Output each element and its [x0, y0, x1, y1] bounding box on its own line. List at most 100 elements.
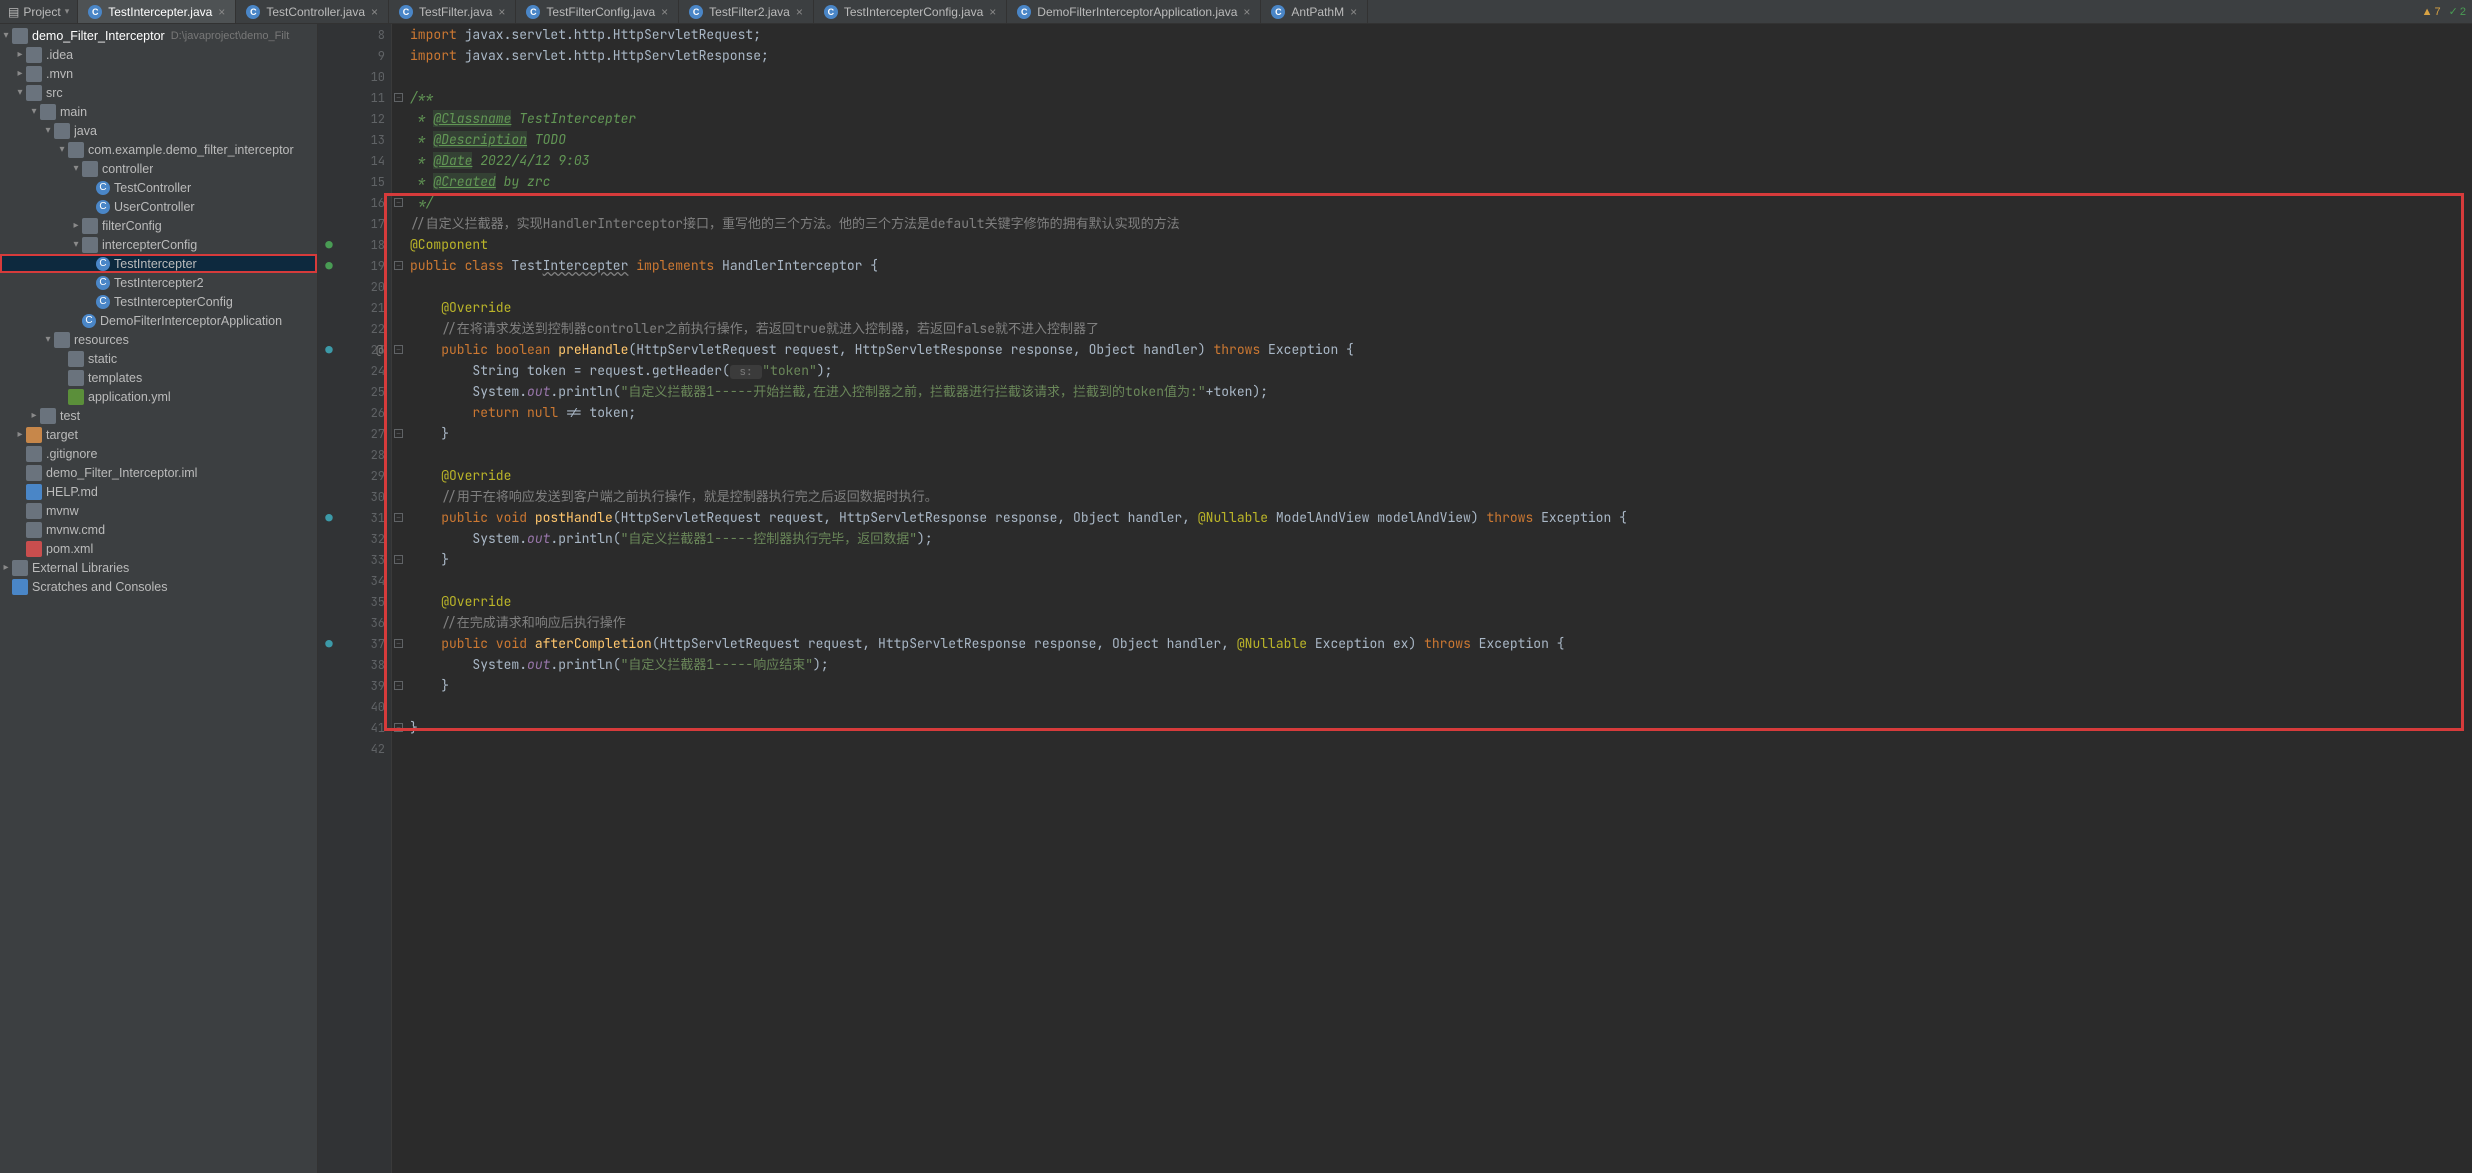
code-line[interactable]: public void postHandle(HttpServletReques… — [410, 507, 2472, 528]
code-line[interactable]: */ — [410, 192, 2472, 213]
fold-cell[interactable] — [392, 444, 405, 465]
line-number[interactable]: 20 — [318, 276, 391, 297]
code-line[interactable]: @Override — [410, 591, 2472, 612]
code-line[interactable]: /** — [410, 87, 2472, 108]
line-number[interactable]: 28 — [318, 444, 391, 465]
line-number[interactable]: 11 — [318, 87, 391, 108]
tree-arrow-icon[interactable]: ▾ — [70, 239, 82, 250]
tree-item-testintercepter2[interactable]: CTestIntercepter2 — [0, 273, 317, 292]
tree-item-demo_filter_interceptor[interactable]: ▾demo_Filter_InterceptorD:\javaproject\d… — [0, 26, 317, 45]
fold-cell[interactable] — [392, 381, 405, 402]
ok-indicator[interactable]: ✓ 2 — [2449, 5, 2466, 18]
fold-cell[interactable] — [392, 234, 405, 255]
line-number[interactable]: 39 — [318, 675, 391, 696]
fold-cell[interactable] — [392, 612, 405, 633]
close-icon[interactable]: × — [989, 5, 996, 19]
line-number[interactable]: 38 — [318, 654, 391, 675]
fold-cell[interactable]: − — [392, 87, 405, 108]
tree-arrow-icon[interactable]: ▸ — [70, 220, 82, 231]
fold-cell[interactable] — [392, 591, 405, 612]
tree-item-external-libraries[interactable]: ▸External Libraries — [0, 558, 317, 577]
line-number[interactable]: 21 — [318, 297, 391, 318]
code-line[interactable] — [410, 738, 2472, 759]
code-area[interactable]: import javax.servlet.http.HttpServletReq… — [406, 24, 2472, 1173]
fold-cell[interactable]: − — [392, 675, 405, 696]
fold-cell[interactable] — [392, 465, 405, 486]
line-number[interactable]: 24 — [318, 360, 391, 381]
tree-item-resources[interactable]: ▾resources — [0, 330, 317, 349]
line-number[interactable]: ●@23 — [318, 339, 391, 360]
tree-arrow-icon[interactable]: ▸ — [14, 68, 26, 79]
line-number[interactable]: 26 — [318, 402, 391, 423]
code-line[interactable]: System.out.println("自定义拦截器1-----控制器执行完毕，… — [410, 528, 2472, 549]
code-line[interactable]: return null != token; — [410, 402, 2472, 423]
tree-arrow-icon[interactable]: ▸ — [14, 49, 26, 60]
fold-cell[interactable]: − — [392, 339, 405, 360]
fold-cell[interactable] — [392, 150, 405, 171]
warnings-indicator[interactable]: ▲ 7 — [2422, 6, 2441, 18]
code-line[interactable]: * @Created by zrc — [410, 171, 2472, 192]
line-number[interactable]: 13 — [318, 129, 391, 150]
line-number[interactable]: 17 — [318, 213, 391, 234]
fold-cell[interactable]: − — [392, 717, 405, 738]
line-number[interactable]: 40 — [318, 696, 391, 717]
line-number[interactable]: 22 — [318, 318, 391, 339]
line-number[interactable]: 27 — [318, 423, 391, 444]
line-number[interactable]: 30 — [318, 486, 391, 507]
tree-item-intercepterconfig[interactable]: ▾intercepterConfig — [0, 235, 317, 254]
tree-item-mvnw-cmd[interactable]: mvnw.cmd — [0, 520, 317, 539]
close-icon[interactable]: × — [498, 5, 505, 19]
fold-cell[interactable] — [392, 108, 405, 129]
code-line[interactable]: //自定义拦截器，实现HandlerInterceptor接口，重写他的三个方法… — [410, 213, 2472, 234]
project-tree[interactable]: ▾demo_Filter_InterceptorD:\javaproject\d… — [0, 24, 318, 1173]
fold-toggle-icon[interactable]: − — [394, 261, 403, 270]
tree-item-filterconfig[interactable]: ▸filterConfig — [0, 216, 317, 235]
fold-cell[interactable]: − — [392, 549, 405, 570]
fold-cell[interactable]: − — [392, 507, 405, 528]
code-line[interactable]: * @Description TODO — [410, 129, 2472, 150]
tab-demofilterinterceptorapplication-java[interactable]: CDemoFilterInterceptorApplication.java× — [1007, 0, 1261, 23]
tab-antpathm[interactable]: CAntPathM× — [1261, 0, 1368, 23]
fold-cell[interactable] — [392, 24, 405, 45]
fold-cell[interactable]: − — [392, 255, 405, 276]
gutter-mark-icon[interactable]: ● — [322, 258, 336, 274]
close-icon[interactable]: × — [796, 5, 803, 19]
tree-arrow-icon[interactable]: ▸ — [28, 410, 40, 421]
tree-item-testcontroller[interactable]: CTestController — [0, 178, 317, 197]
line-number[interactable]: 32 — [318, 528, 391, 549]
line-number[interactable]: ●37 — [318, 633, 391, 654]
fold-cell[interactable] — [392, 696, 405, 717]
fold-cell[interactable] — [392, 486, 405, 507]
line-number[interactable]: 12 — [318, 108, 391, 129]
tree-arrow-icon[interactable]: ▾ — [56, 144, 68, 155]
tab-testintercepterconfig-java[interactable]: CTestIntercepterConfig.java× — [814, 0, 1007, 23]
close-icon[interactable]: × — [371, 5, 378, 19]
line-number[interactable]: 42 — [318, 738, 391, 759]
tree-item-com-example-demo_filter_interceptor[interactable]: ▾com.example.demo_filter_interceptor — [0, 140, 317, 159]
code-line[interactable]: //在完成请求和响应后执行操作 — [410, 612, 2472, 633]
tree-item-controller[interactable]: ▾controller — [0, 159, 317, 178]
code-line[interactable]: @Override — [410, 465, 2472, 486]
line-number[interactable]: 36 — [318, 612, 391, 633]
line-number[interactable]: 34 — [318, 570, 391, 591]
line-number[interactable]: 33 — [318, 549, 391, 570]
close-icon[interactable]: × — [218, 5, 225, 19]
fold-cell[interactable] — [392, 654, 405, 675]
code-line[interactable]: public void afterCompletion(HttpServletR… — [410, 633, 2472, 654]
gutter-mark-icon[interactable]: ● — [322, 237, 336, 253]
fold-cell[interactable] — [392, 276, 405, 297]
code-line[interactable]: //在将请求发送到控制器controller之前执行操作，若返回true就进入控… — [410, 318, 2472, 339]
tab-testfilter2-java[interactable]: CTestFilter2.java× — [679, 0, 814, 23]
code-line[interactable]: public boolean preHandle(HttpServletRequ… — [410, 339, 2472, 360]
code-line[interactable]: System.out.println("自定义拦截器1-----开始拦截,在进入… — [410, 381, 2472, 402]
fold-toggle-icon[interactable]: − — [394, 429, 403, 438]
tree-item-demofilterinterceptorapplication[interactable]: CDemoFilterInterceptorApplication — [0, 311, 317, 330]
tree-item-testintercepter[interactable]: CTestIntercepter — [0, 254, 317, 273]
tab-testfilterconfig-java[interactable]: CTestFilterConfig.java× — [516, 0, 679, 23]
tree-item-help-md[interactable]: HELP.md — [0, 482, 317, 501]
code-line[interactable]: public class TestIntercepter implements … — [410, 255, 2472, 276]
line-number[interactable]: 29 — [318, 465, 391, 486]
tree-item-templates[interactable]: templates — [0, 368, 317, 387]
tree-arrow-icon[interactable]: ▾ — [42, 125, 54, 136]
tree-arrow-icon[interactable]: ▾ — [0, 30, 12, 41]
